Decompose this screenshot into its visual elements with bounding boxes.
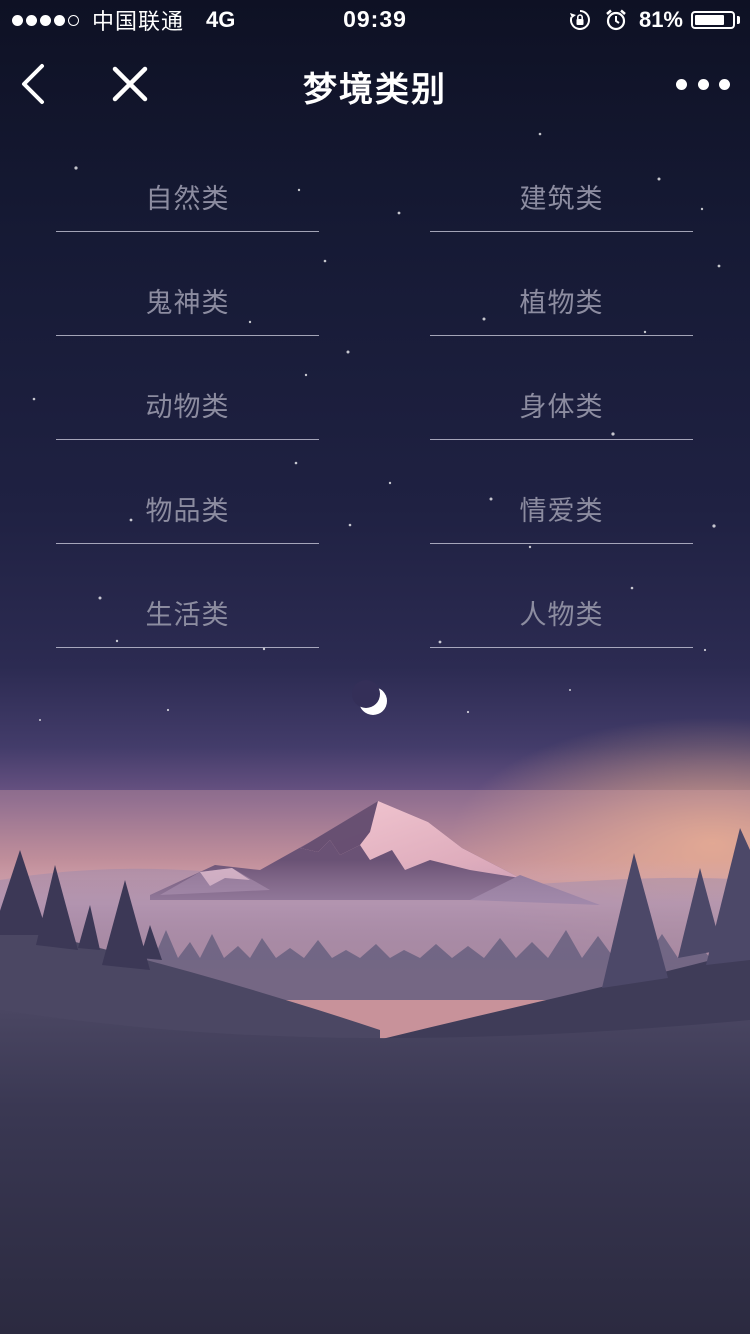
back-chevron-icon <box>22 64 44 104</box>
alarm-icon <box>605 9 627 31</box>
close-button[interactable] <box>108 62 152 106</box>
category-item-love[interactable]: 情爱类 <box>430 476 693 544</box>
screen: 中国联通 4G 09:39 81% 梦境类别 自然类 建筑类 鬼神类 植物类 动… <box>0 0 750 1334</box>
status-right: 81% <box>569 6 740 34</box>
category-item-nature[interactable]: 自然类 <box>56 164 319 232</box>
navigation-bar: 梦境类别 <box>0 40 750 128</box>
dream-category-list: 自然类 建筑类 鬼神类 植物类 动物类 身体类 物品类 情爱类 生活类 人物类 <box>56 164 693 648</box>
status-bar: 中国联通 4G 09:39 81% <box>0 0 750 40</box>
category-item-animals[interactable]: 动物类 <box>56 372 319 440</box>
category-item-body[interactable]: 身体类 <box>430 372 693 440</box>
category-item-plants[interactable]: 植物类 <box>430 268 693 336</box>
battery-percent: 81% <box>638 7 683 32</box>
more-dots-icon <box>676 78 687 90</box>
battery-level-fill <box>695 15 725 25</box>
battery-icon <box>691 11 735 29</box>
more-button[interactable] <box>676 70 730 98</box>
category-item-objects[interactable]: 物品类 <box>56 476 319 544</box>
category-item-life[interactable]: 生活类 <box>56 580 319 648</box>
category-item-architecture[interactable]: 建筑类 <box>430 164 693 232</box>
category-item-people[interactable]: 人物类 <box>430 580 693 648</box>
category-item-ghosts-gods[interactable]: 鬼神类 <box>56 268 319 336</box>
orientation-lock-icon <box>569 9 591 31</box>
back-button[interactable] <box>14 60 54 108</box>
close-icon <box>112 66 148 102</box>
battery-tip <box>737 16 740 24</box>
